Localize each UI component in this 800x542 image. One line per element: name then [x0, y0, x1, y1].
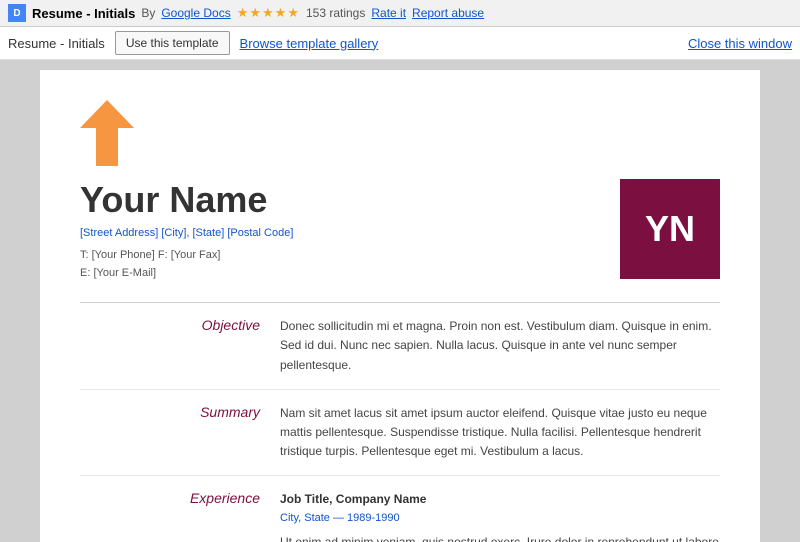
title-area: D Resume - Initials By Google Docs ★★★★★… — [8, 4, 792, 22]
by-text: By — [141, 6, 155, 20]
second-bar-left: Resume - Initials Use this template Brow… — [8, 31, 378, 55]
arrow-up-icon — [80, 100, 134, 166]
doc-page: Your Name [Street Address] [City], [Stat… — [40, 70, 760, 542]
job-title: Job Title, Company Name — [280, 490, 720, 509]
google-docs-link[interactable]: Google Docs — [161, 6, 230, 20]
initials-box: YN — [620, 179, 720, 279]
top-bar: D Resume - Initials By Google Docs ★★★★★… — [0, 0, 800, 27]
objective-content: Donec sollicitudin mi et magna. Proin no… — [280, 317, 720, 375]
experience-content: Job Title, Company Name City, State — 19… — [280, 490, 720, 542]
objective-label: Objective — [80, 317, 280, 375]
use-template-button[interactable]: Use this template — [115, 31, 230, 55]
ratings-count: 153 ratings — [306, 6, 365, 20]
page-title: Resume - Initials — [32, 6, 135, 21]
experience-row: Experience Job Title, Company Name City,… — [80, 476, 720, 542]
objective-row: Objective Donec sollicitudin mi et magna… — [80, 303, 720, 390]
experience-description: Ut enim ad minim veniam, quis nostrud ex… — [280, 533, 720, 542]
resume-name: Your Name — [80, 179, 293, 221]
report-abuse-link[interactable]: Report abuse — [412, 6, 484, 20]
summary-label: Summary — [80, 404, 280, 462]
resume-email: E: [Your E-Mail] — [80, 265, 293, 283]
resume-name-block: Your Name [Street Address] [City], [Stat… — [80, 179, 293, 282]
resume-address: [Street Address] [City], [State] [Postal… — [80, 227, 293, 239]
rate-it-link[interactable]: Rate it — [371, 6, 406, 20]
preview-area: Your Name [Street Address] [City], [Stat… — [0, 60, 800, 542]
star-rating: ★★★★★ — [237, 5, 300, 21]
second-bar: Resume - Initials Use this template Brow… — [0, 27, 800, 60]
doc-icon: D — [8, 4, 26, 22]
doc-title: Resume - Initials — [8, 36, 105, 51]
close-window-link[interactable]: Close this window — [688, 36, 792, 51]
job-location: City, State — 1989-1990 — [280, 510, 720, 528]
summary-content: Nam sit amet lacus sit amet ipsum auctor… — [280, 404, 720, 462]
resume-sections: Objective Donec sollicitudin mi et magna… — [80, 302, 720, 542]
arrow-up-container — [80, 100, 720, 169]
summary-row: Summary Nam sit amet lacus sit amet ipsu… — [80, 390, 720, 477]
resume-header: Your Name [Street Address] [City], [Stat… — [80, 179, 720, 282]
browse-gallery-link[interactable]: Browse template gallery — [240, 36, 379, 51]
experience-label: Experience — [80, 490, 280, 542]
resume-phone: T: [Your Phone] F: [Your Fax] — [80, 247, 293, 265]
